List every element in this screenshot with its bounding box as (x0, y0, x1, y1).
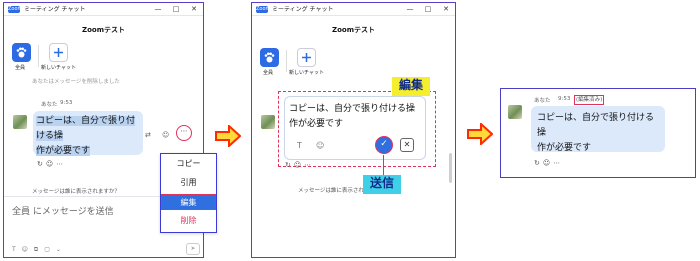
message-line-2: 作が必要です (36, 146, 91, 156)
divider (286, 50, 287, 72)
arrow-right-icon (215, 125, 241, 147)
message-bubble[interactable]: コピーは、自分で張り付ける操作が必要です (531, 106, 665, 153)
message-input[interactable]: 全員 にメッセージを送信 (12, 204, 114, 217)
menu-item-edit[interactable]: 編集 (161, 194, 216, 210)
message-time: 9:53 (558, 96, 571, 102)
everyone-button[interactable] (12, 43, 31, 62)
edit-callout: 編集 (392, 77, 430, 96)
avatar (13, 115, 27, 129)
message-bubble[interactable]: コピーは、自分で張り付ける操作が必要です (33, 111, 143, 156)
chat-name: Zoomテスト (82, 26, 125, 34)
window-title: ミーティング チャット (272, 6, 334, 13)
new-chat-button[interactable] (297, 48, 316, 67)
zoom-app-icon: Zoom (8, 6, 23, 13)
text-format-icon[interactable]: T (297, 141, 302, 150)
reaction-bar[interactable]: ↻☺⋯ (534, 159, 563, 167)
message-line-1: コピーは、自分で張り付ける操 (36, 116, 136, 141)
cancel-edit-button[interactable]: ✕ (400, 138, 414, 152)
everyone-label: 全員 (263, 70, 274, 76)
chat-window-2: Zoom ミーティング チャット — □ ✕ Zoomテスト 全員 新しいチャッ… (251, 2, 456, 258)
sender-name: あなた (534, 98, 551, 104)
zoom-app-icon: Zoom (256, 6, 271, 13)
reaction-bar[interactable]: ↻☺⋯ (37, 160, 66, 168)
send-callout-line (383, 155, 384, 177)
avatar (261, 115, 275, 129)
context-menu: コピー 引用 編集 削除 (160, 153, 217, 233)
send-button[interactable]: ➤ (186, 243, 200, 255)
reaction-bar[interactable]: ↻☺⋯ (285, 161, 314, 169)
more-options-button[interactable]: ⋯ (176, 125, 192, 141)
chat-window-3: あなた 9:53 (編集済み) コピーは、自分で張り付ける操作が必要です ↻☺⋯ (500, 88, 696, 178)
title-bar: Zoom ミーティング チャット — □ ✕ (252, 3, 455, 16)
message-time: 9:53 (60, 100, 73, 106)
everyone-button[interactable] (260, 48, 279, 67)
arrow-right-icon (467, 123, 493, 145)
close-button[interactable]: ✕ (437, 3, 455, 16)
edit-line-1: コピーは、自分で張り付ける操 (289, 104, 416, 114)
plus-icon (54, 48, 63, 57)
chat-name: Zoomテスト (332, 26, 375, 34)
minimize-button[interactable]: — (401, 3, 419, 16)
menu-item-quote[interactable]: 引用 (161, 175, 216, 191)
reaction-icon[interactable]: ⇄ (145, 131, 151, 139)
avatar (508, 105, 522, 119)
minimize-button[interactable]: — (149, 3, 167, 16)
emoji-icon[interactable]: ☺ (162, 131, 169, 139)
maximize-button[interactable]: □ (419, 3, 437, 16)
who-can-see-notice[interactable]: メッセージは誰に表示されますか？ (32, 187, 120, 195)
title-bar: Zoom ミーティング チャット — □ ✕ (4, 3, 203, 16)
maximize-button[interactable]: □ (167, 3, 185, 16)
plus-icon (302, 53, 311, 62)
deleted-notice: あなたはメッセージを削除しました (32, 79, 120, 85)
paw-icon (264, 52, 275, 63)
menu-item-delete[interactable]: 削除 (161, 213, 216, 229)
message-line-2: 作が必要です (537, 143, 592, 153)
everyone-label: 全員 (15, 65, 26, 71)
window-title: ミーティング チャット (24, 6, 86, 13)
message-line-1: コピーは、自分で張り付ける操 (537, 113, 655, 138)
emoji-icon[interactable]: ☺ (316, 141, 324, 150)
sender-name: あなた (41, 102, 58, 108)
new-chat-button[interactable] (49, 43, 68, 62)
divider (38, 45, 39, 67)
format-toolbar[interactable]: T☺⧉▢⌄ (12, 246, 67, 254)
confirm-edit-button[interactable]: ✓ (375, 136, 393, 154)
edit-line-2: 作が必要です (289, 119, 344, 129)
new-chat-label: 新しいチャット (41, 65, 76, 71)
paw-icon (16, 47, 27, 58)
new-chat-label: 新しいチャット (289, 70, 324, 76)
close-button[interactable]: ✕ (185, 3, 203, 16)
menu-item-copy[interactable]: コピー (161, 156, 216, 172)
send-callout: 送信 (363, 175, 401, 194)
scrollbar[interactable] (449, 153, 452, 183)
edited-badge: (編集済み) (574, 95, 605, 105)
